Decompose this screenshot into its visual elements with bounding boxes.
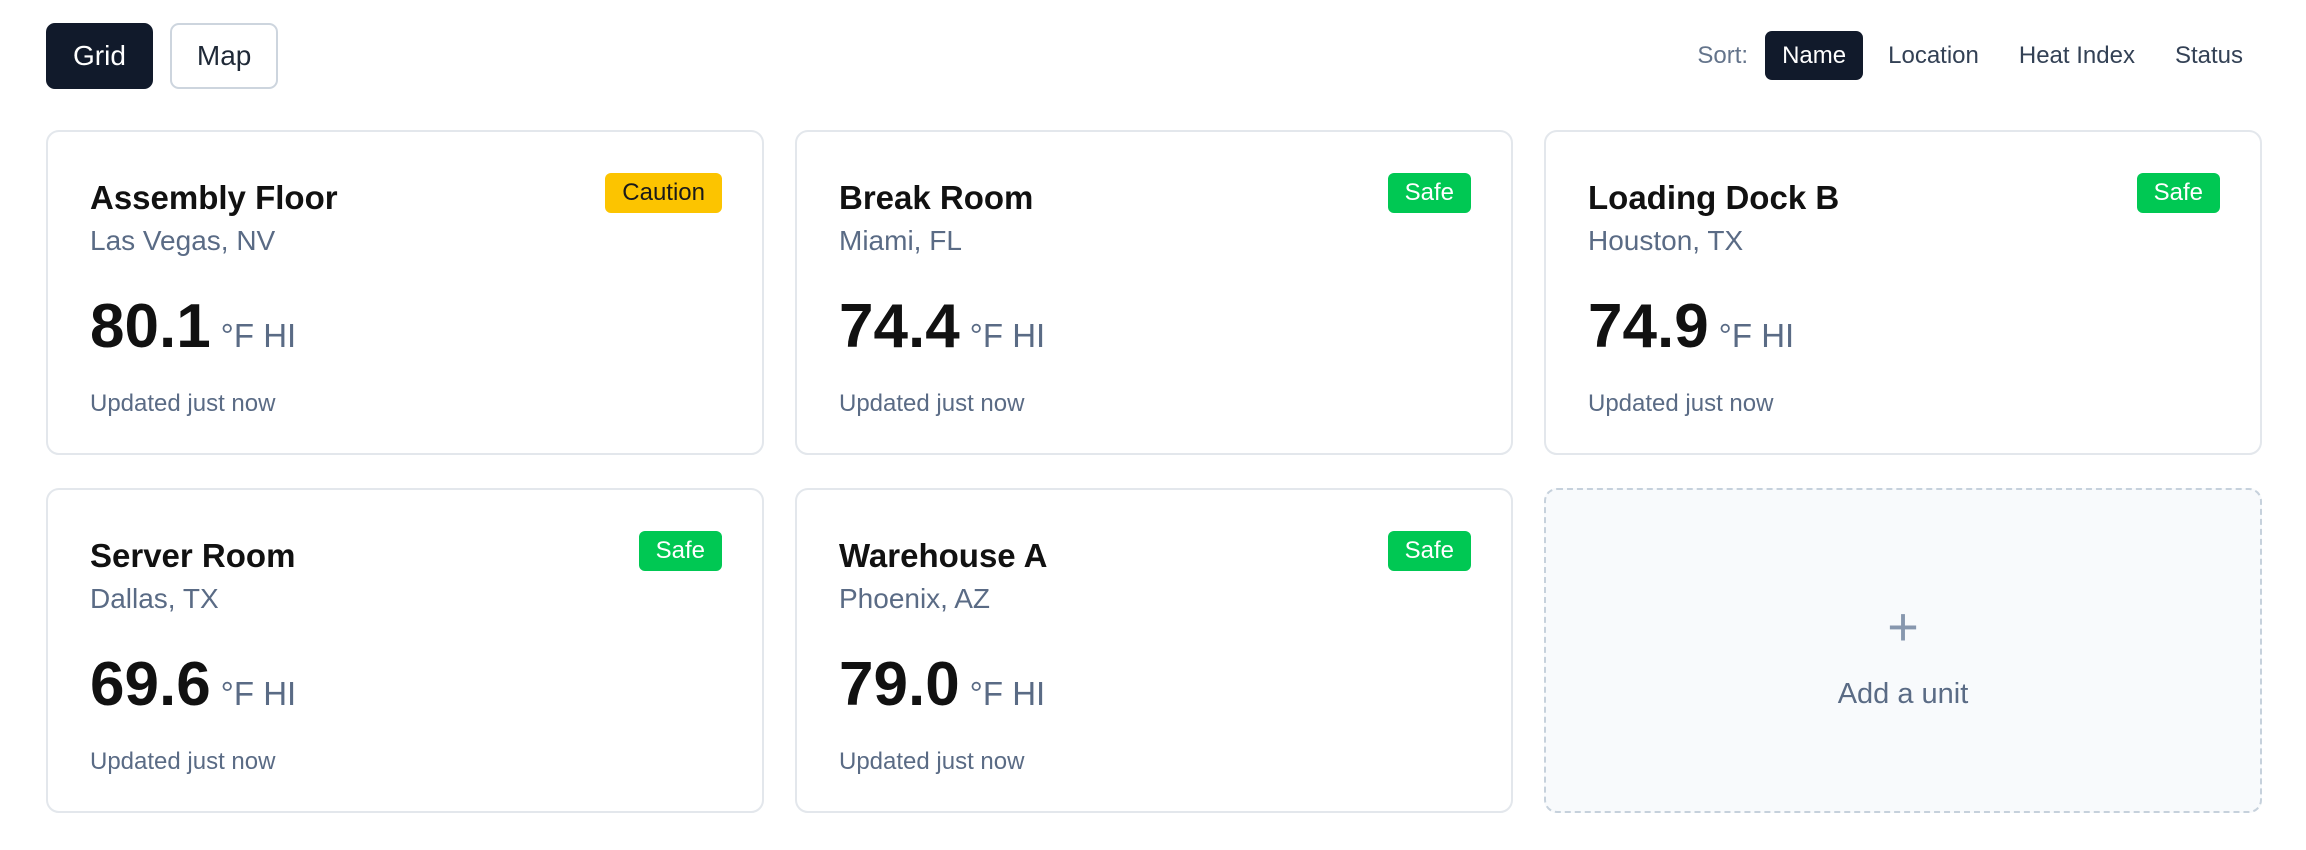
plus-icon: + — [1887, 597, 1919, 657]
heat-index-value: 74.4 — [839, 292, 960, 362]
unit-card[interactable]: Assembly Floor Las Vegas, NV Caution 80.… — [46, 130, 764, 455]
updated-timestamp: Updated just now — [839, 390, 1025, 418]
heat-index-reading: 74.9 °F HI — [1588, 296, 2220, 358]
map-view-button[interactable]: Map — [169, 22, 279, 89]
sort-controls: Sort: Name Location Heat Index Status — [1697, 31, 2260, 80]
unit-location: Miami, FL — [839, 224, 962, 256]
unit-name: Break Room — [839, 179, 1034, 216]
sort-option-name[interactable]: Name — [1765, 31, 1864, 80]
updated-timestamp: Updated just now — [90, 748, 276, 776]
status-badge: Safe — [2136, 173, 2220, 213]
unit-name: Warehouse A — [839, 537, 1048, 574]
sort-option-status[interactable]: Status — [2158, 31, 2260, 80]
heat-index-reading: 74.4 °F HI — [839, 296, 1471, 358]
heat-index-value: 80.1 — [90, 292, 211, 362]
status-badge: Safe — [1387, 173, 1471, 213]
grid-view-button[interactable]: Grid — [46, 22, 153, 89]
unit-name: Server Room — [90, 537, 296, 574]
heat-index-unit: °F HI — [220, 675, 297, 713]
add-unit-label: Add a unit — [1837, 678, 1969, 710]
heat-index-value: 79.0 — [839, 650, 960, 720]
unit-location: Phoenix, AZ — [839, 582, 990, 614]
heat-index-unit: °F HI — [220, 317, 297, 355]
unit-card[interactable]: Break Room Miami, FL Safe 74.4 °F HI Upd… — [795, 130, 1513, 455]
unit-grid: Assembly Floor Las Vegas, NV Caution 80.… — [46, 130, 2262, 813]
heat-index-value: 74.9 — [1588, 292, 1709, 362]
unit-card[interactable]: Warehouse A Phoenix, AZ Safe 79.0 °F HI … — [795, 488, 1513, 813]
status-badge: Safe — [638, 531, 722, 571]
status-badge: Safe — [1387, 531, 1471, 571]
unit-card[interactable]: Loading Dock B Houston, TX Safe 74.9 °F … — [1544, 130, 2262, 455]
updated-timestamp: Updated just now — [90, 390, 276, 418]
heat-index-reading: 80.1 °F HI — [90, 296, 722, 358]
sort-option-location[interactable]: Location — [1871, 31, 1996, 80]
toolbar: Grid Map Sort: Name Location Heat Index … — [46, 22, 2260, 89]
unit-card[interactable]: Server Room Dallas, TX Safe 69.6 °F HI U… — [46, 488, 764, 813]
sort-option-heat-index[interactable]: Heat Index — [2002, 31, 2152, 80]
status-badge: Caution — [605, 173, 722, 213]
unit-location: Houston, TX — [1588, 224, 1744, 256]
heat-index-unit: °F HI — [969, 675, 1046, 713]
add-unit-button[interactable]: + Add a unit — [1544, 488, 2262, 813]
heat-index-reading: 69.6 °F HI — [90, 654, 722, 716]
heat-index-unit: °F HI — [969, 317, 1046, 355]
unit-location: Dallas, TX — [90, 582, 219, 614]
updated-timestamp: Updated just now — [839, 748, 1025, 776]
view-toggle: Grid Map — [46, 22, 279, 89]
heat-index-value: 69.6 — [90, 650, 211, 720]
unit-name: Loading Dock B — [1588, 179, 1840, 216]
heat-index-reading: 79.0 °F HI — [839, 654, 1471, 716]
unit-location: Las Vegas, NV — [90, 224, 276, 256]
sort-label: Sort: — [1697, 41, 1749, 69]
heat-index-unit: °F HI — [1718, 317, 1795, 355]
updated-timestamp: Updated just now — [1588, 390, 1774, 418]
